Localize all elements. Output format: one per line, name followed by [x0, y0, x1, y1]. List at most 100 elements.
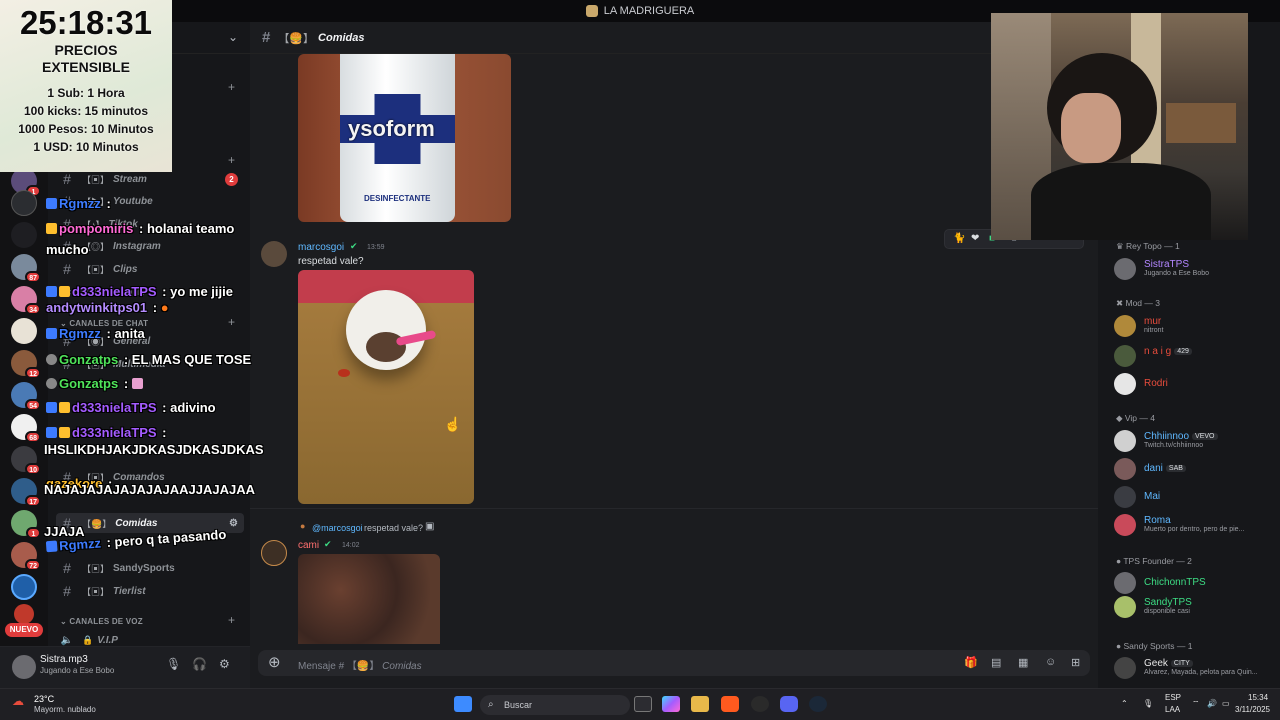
image-attachment[interactable]	[298, 554, 440, 644]
settings-icon[interactable]: ⚙	[219, 657, 230, 671]
language-layout[interactable]: LAA	[1165, 705, 1180, 714]
server-icon[interactable]: 54	[11, 382, 41, 411]
member-item[interactable]: SandyTPS disponible casi	[1114, 596, 1274, 618]
chat-text: :	[149, 300, 158, 315]
avatar[interactable]	[261, 241, 287, 267]
apps-icon[interactable]: ⊞	[1071, 656, 1080, 669]
server-icon[interactable]	[11, 318, 37, 344]
steam-icon[interactable]	[809, 696, 827, 712]
add-channel-icon[interactable]: +	[228, 315, 235, 329]
member-tag: 429	[1174, 348, 1192, 355]
file-explorer-icon[interactable]	[691, 696, 709, 712]
language-code[interactable]: ESP	[1165, 693, 1181, 702]
clock-time[interactable]: 15:34	[1248, 693, 1268, 702]
image-attachment[interactable]	[298, 270, 474, 504]
member-item[interactable]: Roma Muerto por dentro, pero de pie...	[1114, 514, 1274, 536]
add-attachment-icon[interactable]: ⊕	[268, 653, 281, 671]
unread-badge: 68	[25, 431, 41, 443]
role-label: Vip — 4	[1124, 413, 1155, 423]
sticker-icon[interactable]: ▦	[1018, 656, 1028, 669]
chat-user: d333nielaTPS	[72, 400, 157, 415]
member-item[interactable]: Geek CITY Alvarez, Mayada, pelota para Qui…	[1114, 657, 1274, 679]
stream-chat-line: Gonzatps :	[46, 376, 145, 391]
verified-icon: ✔	[324, 539, 332, 549]
reaction-icon[interactable]: 🐈	[953, 233, 965, 244]
network-icon[interactable]: ⌔	[1192, 699, 1200, 709]
headphones-icon[interactable]: 🎧	[192, 657, 207, 671]
avatar[interactable]	[12, 655, 36, 679]
microphone-icon[interactable]: 🎙	[1143, 699, 1153, 708]
member-item[interactable]: mur nitront	[1114, 315, 1274, 337]
reaction-icon[interactable]: ❤	[971, 233, 979, 244]
volume-icon[interactable]: 🔊	[1207, 699, 1217, 708]
chat-text: : anita	[102, 326, 145, 341]
start-button[interactable]	[454, 696, 472, 712]
weather-desc: Mayorm. nublado	[34, 705, 96, 714]
task-view-icon[interactable]	[634, 696, 652, 712]
member-item[interactable]: SistraTPS Jugando a Ese Bobo	[1114, 258, 1274, 280]
member-item[interactable]: Rodri	[1114, 373, 1274, 395]
channel-name: Stream	[113, 173, 147, 185]
emoji-icon: 【▣】	[82, 174, 110, 185]
avatar[interactable]	[261, 540, 287, 566]
add-icon[interactable]: +	[228, 80, 235, 94]
copilot-icon[interactable]	[662, 696, 680, 712]
emoji-icon[interactable]: ☺	[1045, 656, 1056, 668]
server-icon[interactable]: 12	[11, 350, 41, 379]
pointer-cursor-icon: ☝	[444, 416, 462, 432]
add-channel-icon[interactable]: +	[228, 613, 235, 627]
server-icon[interactable]: 10	[11, 446, 41, 475]
server-icon[interactable]	[14, 604, 34, 624]
badge-icon	[59, 286, 70, 297]
channel-item[interactable]: # 【▣】 Tierlist	[56, 581, 244, 601]
message-author[interactable]: cami	[298, 540, 319, 551]
user-panel: Sistra.mp3 Jugando a Ese Bobo 🎙 🎧 ⚙	[0, 646, 250, 688]
reply-author[interactable]: @marcosgoi	[312, 523, 363, 533]
add-icon[interactable]: +	[228, 153, 235, 167]
server-icon[interactable]: 1	[11, 510, 41, 539]
server-icon[interactable]	[11, 190, 37, 216]
member-item[interactable]: Mai	[1114, 486, 1274, 508]
member-item[interactable]: n a i g 429	[1114, 345, 1274, 367]
message-author[interactable]: marcosgoi	[298, 242, 344, 253]
chat-user: Rgmzz	[59, 326, 101, 341]
channel-name: Clips	[113, 263, 138, 275]
channel-item[interactable]: # 【▣】 SandySports	[56, 558, 244, 578]
member-item[interactable]: dani SAB	[1114, 458, 1274, 480]
category-voice[interactable]: ⌄ CANALES DE VOZ	[60, 617, 143, 626]
discord-icon[interactable]	[780, 696, 798, 712]
message-composer[interactable]: ⊕ Mensaje # 【🍔】 Comidas 🎁 ▤ ▦ ☺ ⊞	[258, 650, 1090, 676]
server-icon[interactable]	[11, 574, 37, 600]
pill	[338, 369, 350, 377]
server-icon[interactable]: 87	[11, 254, 41, 283]
weather-temp: 23°C	[34, 694, 55, 704]
settings-icon[interactable]: ⚙	[229, 518, 238, 529]
chevron-up-icon[interactable]: ⌃	[1121, 699, 1128, 708]
member-status: disponible casi	[1144, 608, 1190, 615]
chat-user: Gonzatps	[59, 352, 119, 367]
server-icon[interactable]: 34	[11, 286, 41, 315]
chat-user: d333nielaTPS	[72, 284, 157, 299]
channel-name: SandySports	[113, 562, 175, 574]
taskbar-search[interactable]: ⌕ Buscar	[480, 695, 630, 715]
gift-icon[interactable]: 🎁	[964, 656, 978, 669]
reply-text[interactable]: respetad vale?	[364, 523, 423, 533]
badge-icon	[46, 378, 57, 389]
gif-icon[interactable]: ▤	[991, 656, 1001, 669]
composer-placeholder: Mensaje # 【🍔】 Comidas	[298, 661, 422, 672]
brave-icon[interactable]	[721, 696, 739, 712]
server-icon[interactable]	[11, 222, 37, 248]
server-icon[interactable]: 17	[11, 478, 41, 507]
server-icon[interactable]: 68	[11, 414, 41, 443]
image-attachment[interactable]: ysoform DESINFECTANTE	[298, 54, 511, 222]
app-icon[interactable]	[751, 696, 769, 712]
member-item[interactable]: Chhiinnoo VEVO Twitch.tv/chhiinnoo	[1114, 430, 1274, 452]
channel-item[interactable]: # 【▣】 Clips	[56, 259, 244, 279]
member-item[interactable]: ChichonnTPS	[1114, 572, 1274, 594]
server-icon[interactable]: 72	[11, 542, 41, 571]
spoon	[395, 329, 437, 347]
battery-icon[interactable]: ▭	[1222, 699, 1230, 708]
microphone-icon[interactable]: 🎙	[166, 657, 181, 671]
clock-date[interactable]: 3/11/2025	[1235, 705, 1270, 714]
channel-item[interactable]: # 【▣】 Stream 2	[56, 169, 244, 189]
